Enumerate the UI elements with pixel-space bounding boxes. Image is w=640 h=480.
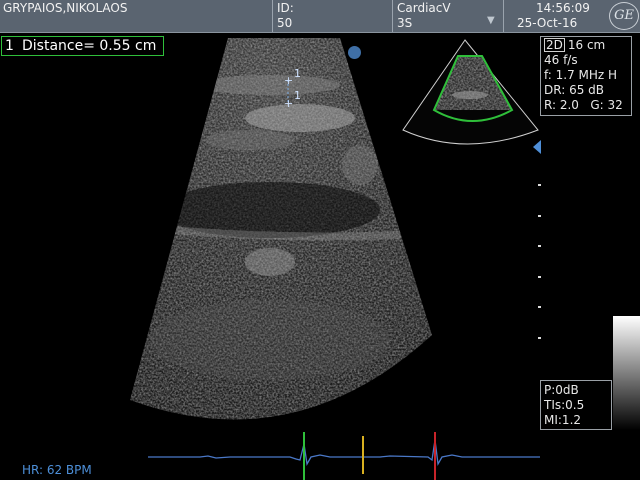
ecg-trace xyxy=(148,439,540,467)
depth-tick xyxy=(538,184,541,186)
frame-rate: 46 f/s xyxy=(544,53,578,67)
safety-indices-panel: P:0dB TIs:0.5 MI:1.2 xyxy=(540,380,612,430)
thermal-index: TIs:0.5 xyxy=(544,398,585,412)
heart-rate: HR: 62 BPM xyxy=(22,463,92,477)
acoustic-power: P:0dB xyxy=(544,383,579,397)
grayscale-bar xyxy=(613,316,640,430)
sector-preview xyxy=(402,39,539,145)
depth-value: 16 cm xyxy=(567,38,606,52)
mode-badge: 2D xyxy=(544,38,565,52)
imaging-parameters-panel: 2D 16 cm 46 f/s f: 1.7 MHz H DR: 65 dB R:… xyxy=(540,36,632,116)
caliper-label-top: 1 xyxy=(294,67,301,80)
caliper-label-bottom: 1 xyxy=(294,89,301,102)
depth-tick xyxy=(538,245,541,247)
depth-tick xyxy=(538,276,541,278)
svg-text:+: + xyxy=(284,74,293,87)
svg-text:+: + xyxy=(284,97,293,110)
sector-scan[interactable] xyxy=(100,30,460,470)
focus-marker-icon[interactable] xyxy=(533,140,541,154)
depth-tick xyxy=(538,306,541,308)
frequency: f: 1.7 MHz H xyxy=(544,68,618,82)
orientation-marker-icon xyxy=(348,46,361,59)
depth-tick xyxy=(538,337,541,339)
dynamic-range: DR: 65 dB xyxy=(544,83,604,97)
depth-tick xyxy=(538,215,541,217)
ecg-strip xyxy=(148,432,540,480)
gain-value: G: 32 xyxy=(590,98,623,112)
mechanical-index: MI:1.2 xyxy=(544,413,582,427)
reject-value: R: 2.0 xyxy=(544,98,579,112)
